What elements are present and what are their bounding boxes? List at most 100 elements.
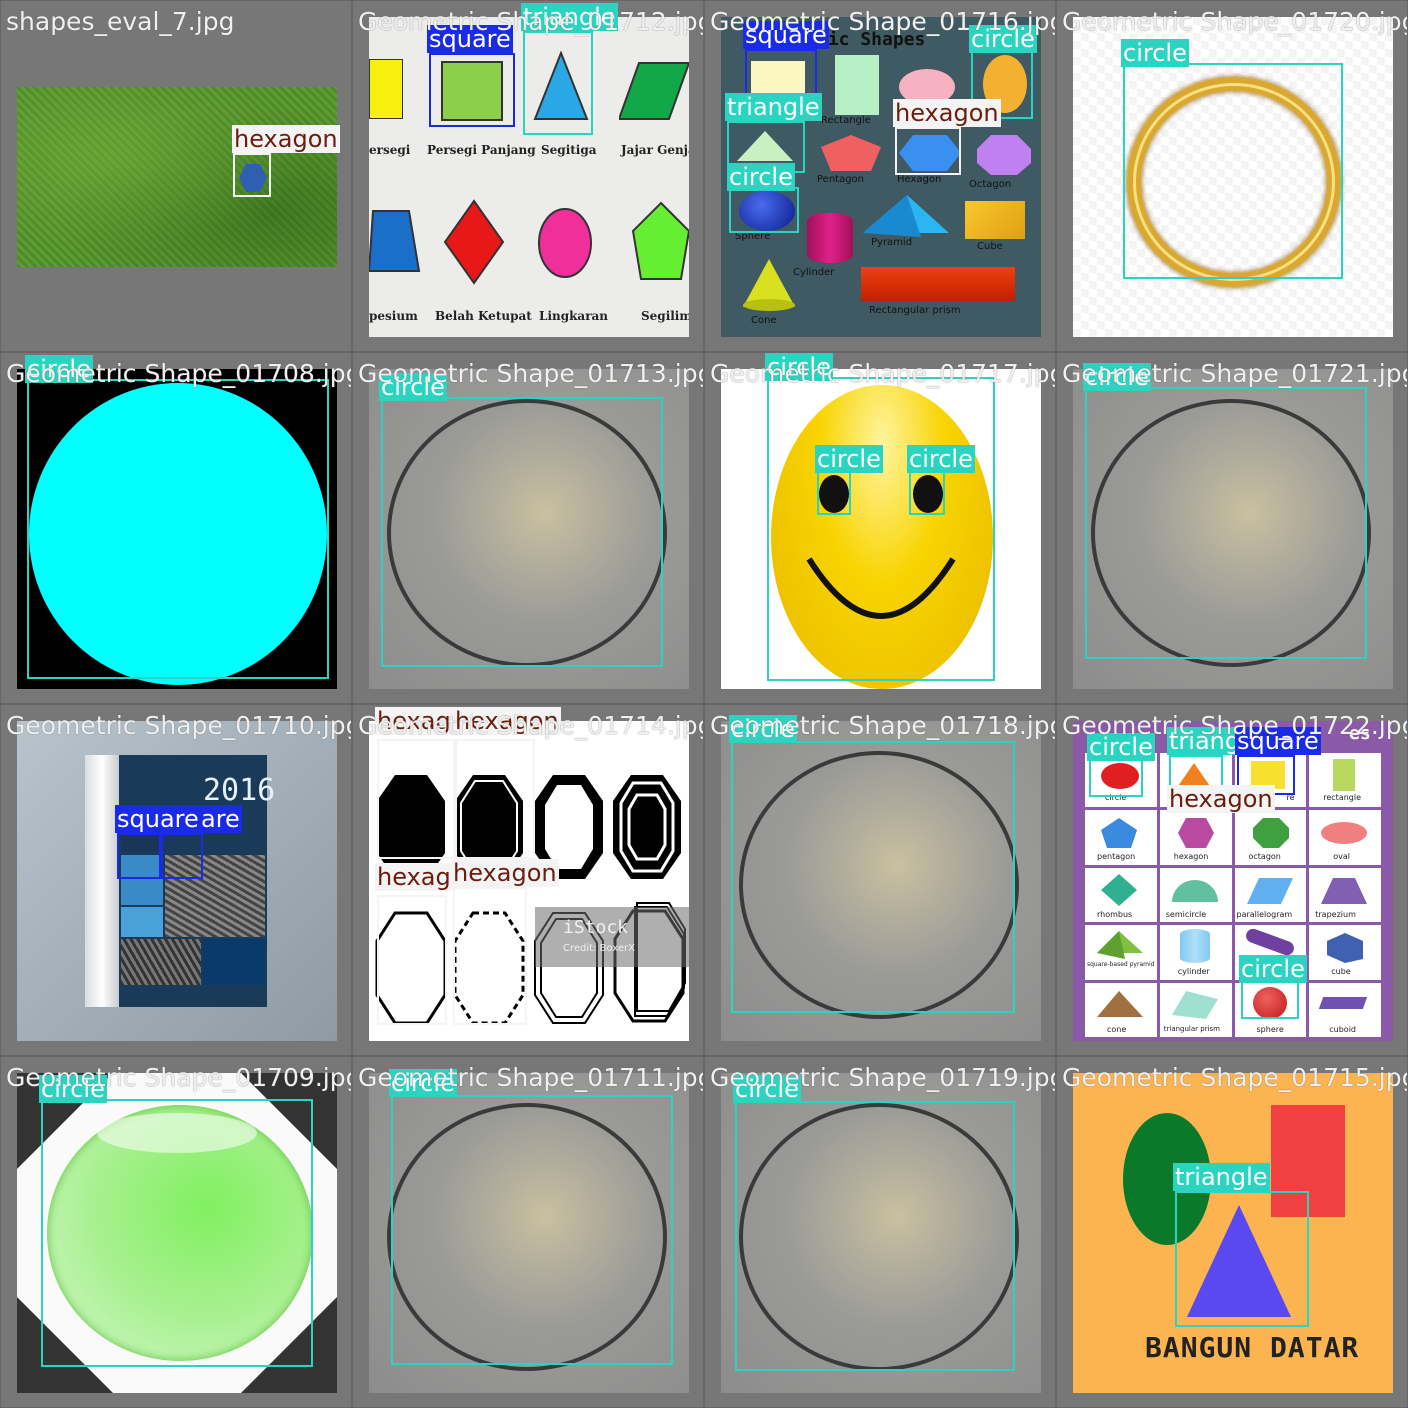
panel-title: shapes_eval_7.jpg (6, 7, 235, 36)
panel-8[interactable]: Geometric Shape_01721.jpg circle (1056, 352, 1408, 704)
shape-caption: Persegi Panjang (427, 143, 536, 157)
grass-photo (17, 87, 337, 267)
panel-title: Geometric Shape_01708.jpg (6, 359, 352, 388)
detection-box (1175, 1191, 1309, 1327)
panel-title: Geometric Shape_01720.jpg (1062, 7, 1408, 36)
detection-box (767, 377, 995, 681)
panel-10[interactable]: Geometric Shape_01714.jpg iStock Credit:… (352, 704, 704, 1056)
panel-title: Geometric Shape_01716.jpg (710, 7, 1056, 36)
panel-title: Geometric Shape_01712.jpg (358, 7, 704, 36)
shape-caption: trapezium (1315, 909, 1356, 919)
detection-box (729, 187, 799, 233)
detection-label: circle (815, 445, 883, 473)
panel-title: Geometric Shape_01709.jpg (6, 1063, 352, 1092)
panel-14[interactable]: Geometric Shape_01711.jpg circle (352, 1056, 704, 1408)
image-grid: shapes_eval_7.jpg hexagon Geometric Shap… (0, 0, 1408, 1408)
panel-3[interactable]: Geometric Shape_01716.jpg ric Shapes Rec… (704, 0, 1056, 352)
detection-label: are (199, 805, 242, 833)
shape-caption: Segitiga (541, 143, 597, 157)
panel-title: Geometric Shape_01721.jpg (1062, 359, 1408, 388)
detection-label: square (115, 805, 201, 833)
shape-caption: pentagon (1097, 852, 1136, 862)
shape-caption: cube (1331, 967, 1351, 977)
detection-box (817, 471, 851, 515)
panel-7[interactable]: Geometric Shape_01717.jpg circle circle … (704, 352, 1056, 704)
panel-11[interactable]: Geometric Shape_01718.jpg circle (704, 704, 1056, 1056)
detection-box (381, 397, 663, 667)
panel-title: Geometric Shape_01718.jpg (710, 711, 1056, 740)
detection-box (909, 471, 945, 515)
detection-label: hexagon (451, 859, 559, 887)
panel-title: Geometric Shape_01713.jpg (358, 359, 704, 388)
detection-box (41, 1099, 313, 1367)
panel-title: Geometric Shape_01715.jpg (1062, 1063, 1408, 1092)
detection-box (735, 1101, 1015, 1371)
panel-title: Geometric Shape_01711.jpg (358, 1063, 704, 1092)
shape-caption: Lingkaran (539, 309, 609, 323)
shape-caption: Hexagon (897, 174, 942, 185)
detection-box (117, 833, 161, 879)
panel-6[interactable]: Geometric Shape_01713.jpg circle (352, 352, 704, 704)
shape-caption: Pyramid (871, 237, 913, 248)
shape-caption: hexagon (1173, 852, 1209, 862)
panel-1[interactable]: shapes_eval_7.jpg hexagon (0, 0, 352, 352)
detection-box (377, 895, 447, 1025)
detection-box (453, 887, 527, 1025)
shape-caption: ersegi (369, 143, 411, 157)
detection-label: triangle (1173, 1163, 1270, 1191)
detection-label: hexagon (232, 125, 340, 153)
shape-caption: Segilima (641, 309, 689, 323)
panel-title: Geometric Shape_01717.jpg (710, 359, 1056, 388)
detection-box (1089, 759, 1143, 797)
shape-caption: Rectangle (821, 115, 871, 126)
detection-box (523, 31, 593, 135)
detection-box (27, 379, 329, 679)
detection-box (391, 1095, 673, 1365)
detection-box (233, 153, 271, 197)
shape-caption: octagon (1248, 852, 1281, 862)
detection-label: hexag (375, 863, 453, 891)
detection-label: circle (1121, 39, 1189, 67)
panel-9[interactable]: Geometric Shape_01710.jpg 2016 square ar… (0, 704, 352, 1056)
panel-5[interactable]: Geometric Shape_01708.jpg circle (0, 352, 352, 704)
shape-caption: cuboid (1329, 1024, 1356, 1034)
image-caption: BANGUN DATAR (1145, 1331, 1360, 1364)
shape-caption: Cylinder (793, 267, 835, 278)
shape-caption: cylinder (1177, 967, 1210, 977)
shape-caption: Cone (751, 315, 777, 326)
detection-box (1123, 63, 1343, 279)
detection-box (745, 49, 817, 99)
book-cover-photo: 2016 (17, 721, 337, 1041)
detection-box (455, 739, 535, 859)
detection-box (377, 739, 455, 859)
shape-caption: Jajar Genjan (621, 143, 689, 157)
panel-title: Geometric Shape_01722.jpg (1062, 711, 1408, 740)
shape-caption: Pentagon (817, 174, 865, 185)
detection-box (1241, 981, 1299, 1019)
detection-label: hexagon (1167, 785, 1275, 813)
watermark-credit: Credit: BoxerX (563, 943, 636, 954)
detection-label: circle (727, 163, 795, 191)
detection-label: hexagon (893, 99, 1001, 127)
panel-title: Geometric Shape_01719.jpg (710, 1063, 1056, 1092)
watermark-brand: iStock (563, 917, 629, 938)
detection-box (731, 741, 1015, 1013)
detection-box (895, 127, 961, 175)
shape-caption: oval (1333, 852, 1351, 862)
panel-13[interactable]: Geometric Shape_01709.jpg circle (0, 1056, 352, 1408)
book-year: 2016 (203, 773, 276, 808)
panel-4[interactable]: Geometric Shape_01720.jpg circle (1056, 0, 1408, 352)
detection-label: circle (907, 445, 975, 473)
detection-label: circle (1239, 955, 1307, 983)
panel-12[interactable]: Geometric Shape_01722.jpg es circle re r… (1056, 704, 1408, 1056)
shape-caption: rhombus (1097, 909, 1133, 919)
panel-2[interactable]: Geometric Shape_01712.jpg ersegi Persegi… (352, 0, 704, 352)
shape-caption: rectangle (1323, 793, 1362, 802)
shape-caption: Belah Ketupat (435, 309, 532, 323)
shape-caption: semicircle (1165, 909, 1207, 919)
panel-title: Geometric Shape_01710.jpg (6, 711, 352, 740)
shape-caption: Octagon (969, 179, 1012, 190)
panel-15[interactable]: Geometric Shape_01719.jpg circle (704, 1056, 1056, 1408)
panel-16[interactable]: Geometric Shape_01715.jpg BANGUN DATAR t… (1056, 1056, 1408, 1408)
shape-caption: Cube (977, 241, 1003, 252)
